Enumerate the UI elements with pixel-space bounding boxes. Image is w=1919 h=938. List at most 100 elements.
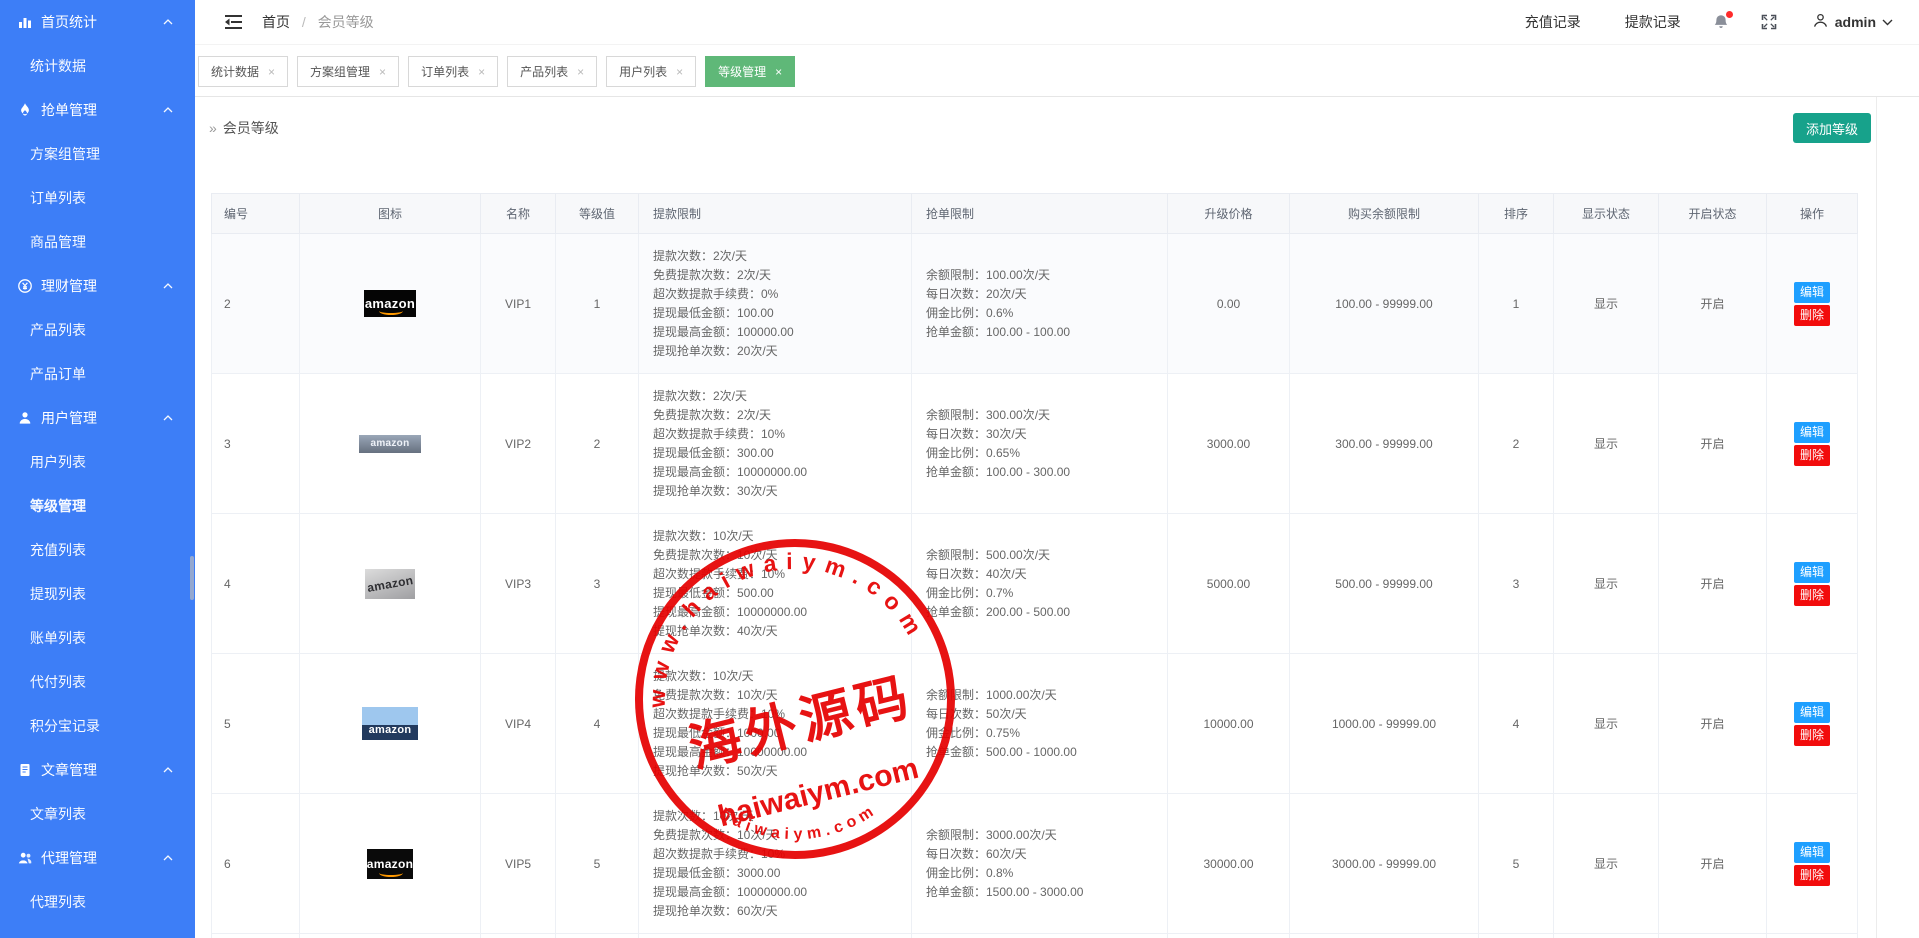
column-header-2: 名称 bbox=[481, 194, 556, 234]
level-cell: 3 bbox=[556, 514, 639, 654]
notification-bell-icon[interactable] bbox=[1713, 14, 1729, 30]
limit-line: 余额限制：1000.00次/天 bbox=[926, 686, 1167, 705]
sidebar-item-stats-data[interactable]: 统计数据 bbox=[0, 44, 195, 88]
add-level-button[interactable]: 添加等级 bbox=[1793, 113, 1871, 143]
upgrade-price-cell: 0.00 bbox=[1168, 234, 1290, 374]
limit-line: 提现抢单次数：50次/天 bbox=[653, 762, 911, 781]
icon-cell: amazon bbox=[300, 794, 481, 934]
tab-bar: 统计数据×方案组管理×订单列表×产品列表×用户列表×等级管理× bbox=[195, 45, 1919, 97]
sidebar-item-agent-mgmt[interactable]: 代理管理 bbox=[0, 836, 195, 880]
edit-button[interactable]: 编辑 bbox=[1794, 282, 1830, 303]
open-status-cell: 开启 bbox=[1659, 514, 1767, 654]
tab-close-icon[interactable]: × bbox=[775, 65, 782, 79]
notification-dot bbox=[1726, 11, 1733, 18]
sidebar-menu: 首页统计统计数据抢单管理方案组管理订单列表商品管理理财管理产品列表产品订单用户管… bbox=[0, 0, 195, 924]
sidebar-item-grab-order-mgmt[interactable]: 抢单管理 bbox=[0, 88, 195, 132]
sidebar-item-payout-list[interactable]: 代付列表 bbox=[0, 660, 195, 704]
tab-stats[interactable]: 统计数据 × bbox=[198, 56, 288, 87]
sidebar-item-points-records[interactable]: 积分宝记录 bbox=[0, 704, 195, 748]
level-cell: 4 bbox=[556, 654, 639, 794]
empty-cell bbox=[1554, 934, 1659, 938]
recharge-records-link[interactable]: 充值记录 bbox=[1525, 12, 1581, 32]
amazon-smile-arrow bbox=[379, 307, 403, 315]
delete-button[interactable]: 删除 bbox=[1794, 445, 1830, 466]
user-icon bbox=[18, 411, 32, 425]
breadcrumb: 首页 / 会员等级 bbox=[262, 12, 374, 32]
top-navbar: 首页 / 会员等级 充值记录 提款记录 admin bbox=[195, 0, 1919, 45]
tab-plan-group[interactable]: 方案组管理× bbox=[297, 56, 399, 87]
edit-button[interactable]: 编辑 bbox=[1794, 422, 1830, 443]
row-id-cell: 5 bbox=[212, 654, 300, 794]
tab-close-icon[interactable]: × bbox=[478, 65, 485, 79]
sidebar-item-label: 充值列表 bbox=[30, 540, 86, 560]
sidebar-item-article-list[interactable]: 文章列表 bbox=[0, 792, 195, 836]
grab-limits-cell: 余额限制：3000.00次/天每日次数：60次/天佣金比例：0.8%抢单金额：1… bbox=[912, 794, 1168, 934]
display-status-cell: 显示 bbox=[1554, 794, 1659, 934]
chevron-up-icon bbox=[163, 767, 173, 773]
row-id-cell: 2 bbox=[212, 234, 300, 374]
limit-line: 提现最高金额：10000000.00 bbox=[653, 603, 911, 622]
tab-orders[interactable]: 订单列表× bbox=[408, 56, 498, 87]
limit-line: 提现最高金额：10000000.00 bbox=[653, 743, 911, 762]
delete-button[interactable]: 删除 bbox=[1794, 725, 1830, 746]
sidebar-item-plan-group-mgmt[interactable]: 方案组管理 bbox=[0, 132, 195, 176]
delete-button[interactable]: 删除 bbox=[1794, 305, 1830, 326]
main-area: 首页 / 会员等级 充值记录 提款记录 admin bbox=[195, 0, 1919, 938]
sidebar-item-user-mgmt[interactable]: 用户管理 bbox=[0, 396, 195, 440]
levels-table: 编号图标名称等级值提款限制抢单限制升级价格购买余额限制排序显示状态开启状态操作 … bbox=[211, 193, 1858, 938]
name-cell: VIP1 bbox=[481, 234, 556, 374]
upgrade-price-cell: 10000.00 bbox=[1168, 654, 1290, 794]
sidebar-item-agent-list[interactable]: 代理列表 bbox=[0, 880, 195, 924]
upgrade-price-cell: 5000.00 bbox=[1168, 514, 1290, 654]
chevron-down-icon bbox=[1882, 19, 1893, 26]
sidebar-item-user-list[interactable]: 用户列表 bbox=[0, 440, 195, 484]
sidebar-item-label: 用户管理 bbox=[41, 408, 97, 428]
withdraw-records-link[interactable]: 提款记录 bbox=[1625, 12, 1681, 32]
limit-line: 超次数提款手续费：10% bbox=[653, 565, 911, 584]
tab-close-icon[interactable]: × bbox=[379, 65, 386, 79]
delete-button[interactable]: 删除 bbox=[1794, 585, 1830, 606]
sidebar-item-label: 理财管理 bbox=[41, 276, 97, 296]
tab-users[interactable]: 用户列表 × bbox=[606, 56, 696, 87]
tab-levels[interactable]: 等级管理 × bbox=[705, 56, 795, 87]
tab-label: 等级管理 bbox=[718, 63, 766, 80]
sidebar-item-recharge-list[interactable]: 充值列表 bbox=[0, 528, 195, 572]
limit-line: 佣金比例：0.65% bbox=[926, 444, 1167, 463]
fullscreen-icon[interactable] bbox=[1761, 14, 1777, 30]
sidebar-item-article-mgmt[interactable]: 文章管理 bbox=[0, 748, 195, 792]
edit-button[interactable]: 编辑 bbox=[1794, 842, 1830, 863]
tab-close-icon[interactable]: × bbox=[676, 65, 683, 79]
withdraw-limits-cell: 提款次数：10次/天免费提款次数：10次/天超次数提款手续费：10%提现最低金额… bbox=[639, 654, 912, 794]
empty-cell bbox=[1767, 934, 1858, 938]
sidebar-item-bill-list[interactable]: 账单列表 bbox=[0, 616, 195, 660]
tab-products[interactable]: 产品列表× bbox=[507, 56, 597, 87]
column-header-8: 排序 bbox=[1479, 194, 1554, 234]
sidebar-item-withdraw-list[interactable]: 提现列表 bbox=[0, 572, 195, 616]
user-menu[interactable]: admin bbox=[1813, 13, 1893, 31]
sidebar: 首页统计统计数据抢单管理方案组管理订单列表商品管理理财管理产品列表产品订单用户管… bbox=[0, 0, 195, 938]
sidebar-item-product-orders[interactable]: 产品订单 bbox=[0, 352, 195, 396]
limit-line: 每日次数：50次/天 bbox=[926, 705, 1167, 724]
edit-button[interactable]: 编辑 bbox=[1794, 562, 1830, 583]
sidebar-item-order-list[interactable]: 订单列表 bbox=[0, 176, 195, 220]
tab-label: 统计数据 bbox=[211, 63, 259, 80]
tab-close-icon[interactable]: × bbox=[268, 65, 275, 79]
user-avatar-icon bbox=[1813, 13, 1828, 31]
sidebar-toggle-icon[interactable] bbox=[225, 15, 242, 29]
sidebar-scrollbar-thumb[interactable] bbox=[190, 556, 194, 600]
tab-label: 用户列表 bbox=[619, 63, 667, 80]
sidebar-item-goods-mgmt[interactable]: 商品管理 bbox=[0, 220, 195, 264]
sidebar-item-finance-mgmt[interactable]: 理财管理 bbox=[0, 264, 195, 308]
balance-range-cell: 500.00 - 99999.00 bbox=[1290, 514, 1479, 654]
actions-cell: 编辑删除 bbox=[1767, 514, 1858, 654]
limit-line: 免费提款次数：10次/天 bbox=[653, 546, 911, 565]
sidebar-item-home-stats[interactable]: 首页统计 bbox=[0, 0, 195, 44]
delete-button[interactable]: 删除 bbox=[1794, 865, 1830, 886]
sidebar-item-level-mgmt[interactable]: 等级管理 bbox=[0, 484, 195, 528]
sidebar-item-product-list[interactable]: 产品列表 bbox=[0, 308, 195, 352]
limit-line: 提款次数：2次/天 bbox=[653, 247, 911, 266]
tab-close-icon[interactable]: × bbox=[577, 65, 584, 79]
limit-line: 抢单金额：1500.00 - 3000.00 bbox=[926, 883, 1167, 902]
edit-button[interactable]: 编辑 bbox=[1794, 702, 1830, 723]
breadcrumb-home[interactable]: 首页 bbox=[262, 14, 290, 30]
